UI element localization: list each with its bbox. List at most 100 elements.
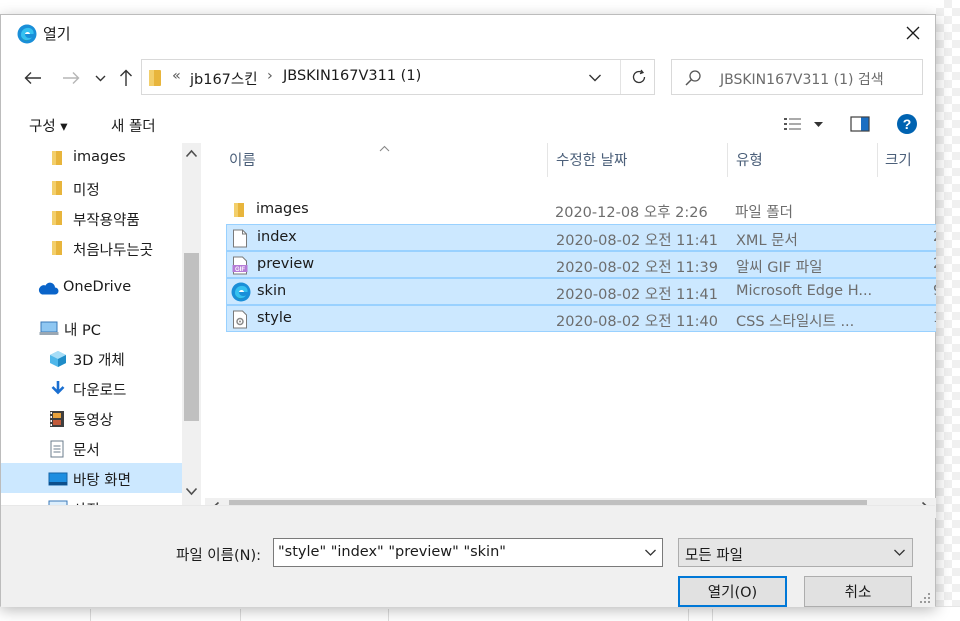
folder-icon xyxy=(52,241,62,255)
video-icon xyxy=(50,411,64,427)
column-header-type[interactable]: 유형 xyxy=(736,143,877,173)
navigation-pane-scroll-thumb[interactable] xyxy=(184,253,199,421)
css-file-icon xyxy=(233,310,247,329)
folder-icon xyxy=(52,181,62,195)
scroll-up-arrow-icon[interactable] xyxy=(185,149,198,158)
up-arrow-icon xyxy=(120,69,132,86)
chevron-down-icon[interactable] xyxy=(644,545,657,560)
sidebar-item-label: 다운로드 xyxy=(73,383,127,399)
file-row-preview[interactable]: GIF preview 2020-08-02 오전 11:39 알씨 GIF 파… xyxy=(226,251,936,278)
column-header-date[interactable]: 수정한 날짜 xyxy=(556,143,727,173)
file-date: 2020-08-02 오전 11:41 xyxy=(556,287,718,303)
sidebar-item-label: 내 PC xyxy=(64,323,101,339)
gif-file-icon: GIF xyxy=(232,256,248,275)
navigation-pane-scrollbar[interactable] xyxy=(182,143,201,505)
column-header-name[interactable]: 이름 xyxy=(229,143,547,173)
file-row-index[interactable]: index 2020-08-02 오전 11:41 XML 문서 2 xyxy=(226,224,936,251)
recent-locations-button[interactable] xyxy=(92,65,108,91)
sidebar-item-3d-objects[interactable]: 3D 개체 xyxy=(1,343,182,373)
refresh-button[interactable] xyxy=(620,60,656,94)
sidebar-item-label: 부작용약품 xyxy=(73,213,140,229)
scroll-down-arrow-icon[interactable] xyxy=(185,487,198,496)
file-type: CSS 스타일시트 ... xyxy=(736,314,855,330)
sidebar-item-downloads[interactable]: 다운로드 xyxy=(1,373,182,403)
file-name: images xyxy=(256,201,309,217)
file-type-select[interactable]: 모든 파일 xyxy=(678,538,913,567)
help-icon[interactable]: ? xyxy=(896,113,918,135)
sidebar-item-pictures[interactable]: 사진 xyxy=(1,493,182,505)
xml-file-icon xyxy=(233,229,247,248)
file-row-skin[interactable]: skin 2020-08-02 오전 11:41 Microsoft Edge … xyxy=(226,278,936,305)
file-size: 27 xyxy=(933,256,936,272)
file-size: 9 xyxy=(933,283,936,299)
file-name: preview xyxy=(257,256,315,272)
cancel-button[interactable]: 취소 xyxy=(804,576,912,607)
up-folder-button[interactable] xyxy=(115,65,137,91)
open-file-dialog: 열기 « jb167스킨 › JBSKIN167V311 (1) JBSKIN1… xyxy=(0,14,936,607)
file-date: 2020-08-02 오전 11:41 xyxy=(556,233,718,249)
sidebar-item-label: images xyxy=(73,149,126,165)
file-type-value: 모든 파일 xyxy=(685,548,743,564)
sidebar-item-images[interactable]: images xyxy=(1,143,182,173)
back-arrow-icon xyxy=(24,72,41,84)
sidebar-item-documents[interactable]: 문서 xyxy=(1,433,182,463)
breadcrumb-overflow[interactable]: « xyxy=(172,68,181,84)
address-dropdown-icon[interactable] xyxy=(588,68,602,86)
search-box[interactable]: JBSKIN167V311 (1) 검색 xyxy=(671,59,923,95)
sidebar-item-my-pc[interactable]: 내 PC xyxy=(1,313,182,343)
file-row-style[interactable]: style 2020-08-02 오전 11:40 CSS 스타일시트 ... … xyxy=(226,305,936,332)
file-row-images[interactable]: images 2020-12-08 오후 2:26 파일 폴더 xyxy=(226,197,936,224)
view-options-chevron-icon[interactable] xyxy=(814,122,823,128)
sidebar-item-label: 동영상 xyxy=(73,413,114,429)
forward-button[interactable] xyxy=(59,65,83,91)
folder-icon xyxy=(234,203,244,217)
new-folder-button[interactable]: 새 폴더 xyxy=(111,115,156,136)
sidebar-item-label: 처음나두는곳 xyxy=(73,243,154,259)
column-header-size[interactable]: 크기 xyxy=(885,143,936,173)
sidebar-item-onedrive[interactable]: OneDrive xyxy=(1,273,182,303)
file-list-pane: 이름 수정한 날짜 유형 크기 images 2020-12-08 오후 2:2… xyxy=(205,143,936,505)
sidebar-item-mijeong[interactable]: 미정 xyxy=(1,173,182,203)
organize-menu[interactable]: 구성 ▾ xyxy=(29,115,68,136)
svg-text:GIF: GIF xyxy=(235,267,245,273)
cube-icon xyxy=(50,351,66,367)
sidebar-item-desktop[interactable]: 바탕 화면 xyxy=(1,463,182,493)
file-date: 2020-08-02 오전 11:40 xyxy=(556,314,718,330)
cloud-icon xyxy=(38,282,59,295)
open-button[interactable]: 열기(O) xyxy=(678,576,787,607)
column-separator[interactable] xyxy=(877,143,878,177)
sidebar-item-label: 3D 개체 xyxy=(73,353,125,369)
search-icon xyxy=(685,70,701,86)
folder-icon xyxy=(52,211,62,225)
edge-logo-icon xyxy=(17,24,37,44)
edge-file-icon xyxy=(231,282,251,302)
view-list-icon[interactable] xyxy=(783,116,803,132)
chevron-down-icon xyxy=(894,549,905,556)
file-name-input[interactable]: "style" "index" "preview" "skin" xyxy=(273,538,663,567)
breadcrumb-separator: › xyxy=(267,68,273,84)
sidebar-item-first-place[interactable]: 처음나두는곳 xyxy=(1,233,182,263)
close-button[interactable] xyxy=(899,19,927,47)
file-date: 2020-12-08 오후 2:26 xyxy=(555,205,708,221)
file-type: 알씨 GIF 파일 xyxy=(736,260,823,276)
preview-pane-icon[interactable] xyxy=(850,116,870,132)
breadcrumb-item-jb167[interactable]: jb167스킨 xyxy=(190,68,258,89)
download-icon xyxy=(51,381,65,395)
close-icon xyxy=(906,26,920,40)
file-name: index xyxy=(257,229,297,245)
sidebar-item-videos[interactable]: 동영상 xyxy=(1,403,182,433)
navigation-pane: images 미정 부작용약품 처음나두는곳 OneDrive 내 PC 3D … xyxy=(1,143,201,505)
folder-icon xyxy=(149,70,161,86)
file-size: 10 xyxy=(933,310,936,326)
address-bar[interactable]: « jb167스킨 › JBSKIN167V311 (1) xyxy=(141,59,655,95)
resize-grip-icon[interactable] xyxy=(919,592,931,604)
file-date: 2020-08-02 오전 11:39 xyxy=(556,260,718,276)
back-button[interactable] xyxy=(21,65,45,91)
column-separator[interactable] xyxy=(727,143,728,177)
column-separator[interactable] xyxy=(547,143,548,177)
sidebar-item-side-effect-drugs[interactable]: 부작용약품 xyxy=(1,203,182,233)
sidebar-item-label: 미정 xyxy=(73,183,100,199)
breadcrumb-item-current[interactable]: JBSKIN167V311 (1) xyxy=(283,68,421,84)
file-type: 파일 폴더 xyxy=(735,205,793,221)
sidebar-item-label: OneDrive xyxy=(63,279,132,295)
